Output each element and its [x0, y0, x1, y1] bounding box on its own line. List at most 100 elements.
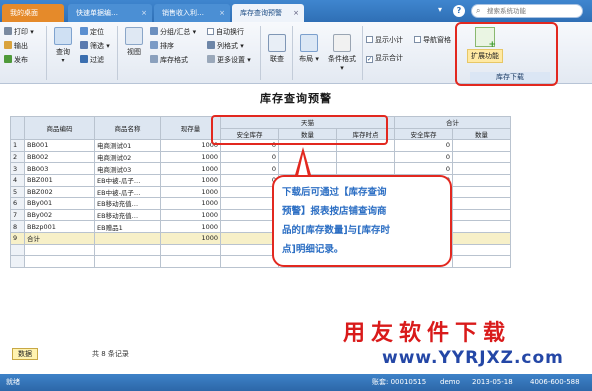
cell-code[interactable]: BBy002 [24, 208, 95, 222]
more-settings-button[interactable]: 更多设置 ▾ [207, 55, 251, 66]
cell-total-quantity[interactable] [452, 220, 511, 233]
tab-sales-income[interactable]: 销售收入利… × [154, 4, 230, 22]
publish-icon [4, 55, 12, 63]
locate-button[interactable]: 定位 [80, 27, 104, 38]
format-icon [150, 55, 158, 63]
highlight-box-columns [211, 115, 388, 145]
cell-total-quantity[interactable] [452, 208, 511, 222]
cell-name[interactable]: EB移动充值… [94, 197, 161, 210]
cell-code[interactable]: BBy001 [24, 197, 95, 210]
layout-label: 布局 [299, 55, 314, 63]
tab-quick-document[interactable]: 快速单据编… × [68, 4, 152, 22]
auto-wrap-checkbox[interactable]: 自动换行 [207, 27, 244, 38]
status-date: 2013-05-18 [472, 378, 513, 386]
row-index: 3 [10, 162, 25, 175]
cell-stock-time[interactable] [336, 150, 395, 164]
tab-my-desktop[interactable]: 我的桌面 [2, 4, 64, 22]
cell-stock-time[interactable] [336, 162, 395, 175]
export-button[interactable]: 输出 [4, 41, 28, 52]
cell-code[interactable]: BB001 [24, 139, 95, 152]
publish-button[interactable]: 发布 [4, 55, 28, 66]
query-button[interactable]: 查询 ▾ [50, 27, 76, 64]
cell-total-quantity[interactable] [452, 139, 511, 152]
row-index: 1 [10, 139, 25, 152]
show-subtotal-checkbox[interactable]: 显示小计 [366, 35, 403, 46]
cell-name [94, 231, 161, 245]
cell-name[interactable]: 电商测试02 [94, 150, 161, 164]
cell-code[interactable]: BB002 [24, 150, 95, 164]
status-bar: 就绪 账套: 00010515 demo 2013-05-18 4006-600… [0, 374, 592, 391]
search-icon[interactable]: ⌕ [476, 5, 480, 17]
watermark-title: 用友软件下载 [343, 321, 512, 346]
layout-button[interactable]: 布局 ▾ [296, 34, 322, 64]
header-total-quantity[interactable]: 数量 [452, 127, 511, 141]
cell-qty[interactable]: 1000 [160, 185, 221, 199]
cell-total-safe-stock[interactable]: 0 [394, 162, 453, 175]
row-index: 6 [10, 197, 25, 210]
cell-code[interactable]: BBZ002 [24, 185, 95, 199]
data-tab-button[interactable]: 数据 [12, 348, 38, 360]
close-icon[interactable]: × [141, 4, 147, 22]
status-phone: 4006-600-588 [530, 378, 580, 386]
print-button[interactable]: 打印 ▾ [4, 27, 34, 38]
sort-button[interactable]: 排序 [150, 41, 174, 52]
filter-button[interactable]: 筛选 ▾ [80, 41, 110, 52]
cell-safe-stock[interactable]: 0 [220, 185, 279, 199]
view-button[interactable]: 视图 [121, 27, 147, 57]
conditional-format-button[interactable]: 条件格式 ▾ [326, 34, 358, 72]
cell-total-quantity[interactable] [452, 197, 511, 210]
cell-name[interactable]: 电商测试01 [94, 139, 161, 152]
cell-safe-stock[interactable]: 0 [220, 208, 279, 222]
query-label: 查询 [56, 48, 70, 56]
chevron-down-icon[interactable]: ▾ [438, 5, 442, 14]
cell-safe-stock[interactable]: 0 [220, 162, 279, 175]
cell-name[interactable]: EB中被-瓜子… [94, 173, 161, 187]
cell-name[interactable]: EB中被-瓜子… [94, 185, 161, 199]
cell-safe-stock[interactable]: 0 [220, 173, 279, 187]
nav-window-checkbox[interactable]: 导航窗格 [414, 35, 451, 46]
column-format-button[interactable]: 列格式 ▾ [207, 41, 244, 52]
cell-code[interactable]: BBZ001 [24, 173, 95, 187]
close-icon[interactable]: × [219, 4, 225, 22]
cell-safe-stock[interactable]: 0 [220, 220, 279, 233]
help-icon[interactable]: ? [453, 5, 465, 17]
cell-total-safe-stock[interactable]: 0 [394, 139, 453, 152]
status-user: demo [440, 378, 460, 386]
sort-label: 排序 [160, 42, 174, 50]
close-icon[interactable]: × [293, 4, 299, 22]
cell-name[interactable]: EB赠品1 [94, 220, 161, 233]
stock-format-button[interactable]: 库存格式 [150, 55, 188, 66]
tab-stock-query-alert[interactable]: 库存查询预警 × [232, 4, 304, 22]
sift-button[interactable]: 过滤 [80, 55, 104, 66]
header-name[interactable]: 商品名称 [94, 115, 161, 141]
cell-qty[interactable]: 1000 [160, 220, 221, 233]
cell-total-quantity[interactable] [452, 150, 511, 164]
cell-name[interactable]: EB移动充值… [94, 208, 161, 222]
cell-safe-stock[interactable]: 0 [220, 150, 279, 164]
table-row[interactable]: 3 BB003 电商测试03 1000 0 0 [10, 162, 511, 175]
search-input[interactable] [487, 6, 577, 16]
group-summary-button[interactable]: 分组/汇总 ▾ [150, 27, 196, 38]
cell-safe-stock[interactable]: 0 [220, 197, 279, 210]
cell-total-quantity[interactable] [452, 173, 511, 187]
cell-qty[interactable]: 1000 [160, 208, 221, 222]
table-row[interactable]: 2 BB002 电商测试02 1000 0 0 [10, 150, 511, 164]
show-total-checkbox[interactable]: ✓ 显示合计 [366, 53, 403, 64]
cell-qty[interactable]: 1000 [160, 150, 221, 164]
cell-qty[interactable]: 1000 [160, 173, 221, 187]
header-code[interactable]: 商品编码 [24, 115, 95, 141]
cell-qty[interactable]: 1000 [160, 197, 221, 210]
cell-qty[interactable]: 1000 [160, 162, 221, 175]
cell-total-quantity[interactable] [452, 185, 511, 199]
header-total-safe-stock[interactable]: 安全库存 [394, 127, 453, 141]
empty-cell [10, 243, 25, 257]
cell-total-safe-stock[interactable]: 0 [394, 150, 453, 164]
cell-code[interactable]: BB003 [24, 162, 95, 175]
filter-label: 筛选 [90, 42, 104, 50]
cell-total-quantity[interactable] [452, 162, 511, 175]
cell-name[interactable]: 电商测试03 [94, 162, 161, 175]
watermark-url: www.YYRJXZ.com [382, 348, 564, 368]
cell-code[interactable]: BBzp001 [24, 220, 95, 233]
row-index: 9 [10, 231, 25, 245]
link-query-button[interactable]: 联查 [264, 34, 290, 64]
